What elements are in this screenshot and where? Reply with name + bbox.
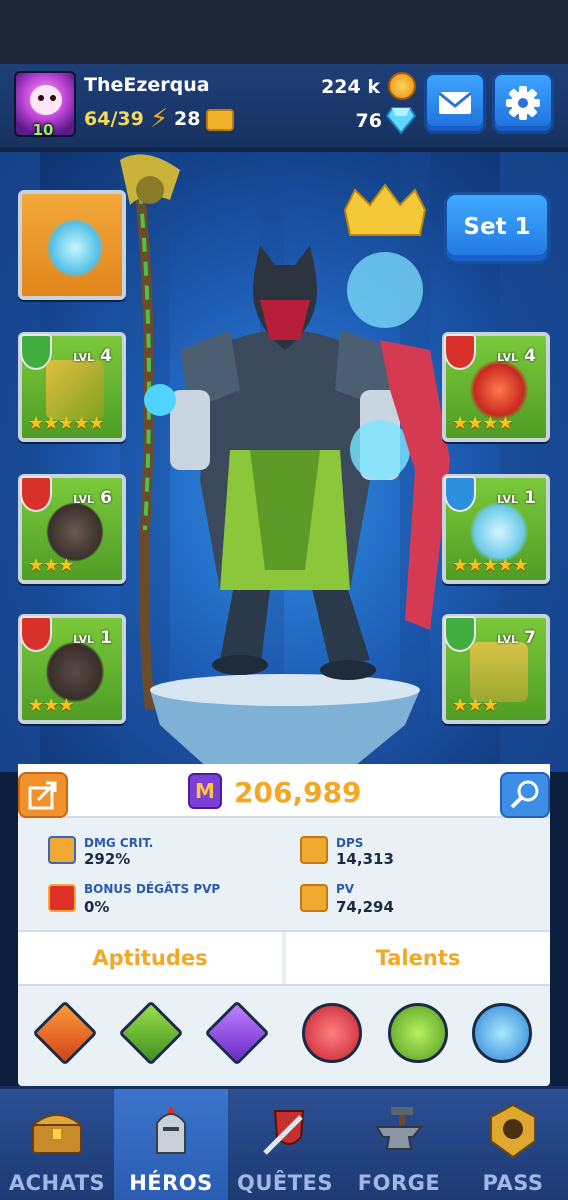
tab-aptitudes[interactable]: Aptitudes [18,932,282,984]
power-header: M 206,989 [18,764,550,818]
slot-level: LVL 1 [497,488,536,508]
status-bar [0,0,568,64]
rage-talent-icon[interactable] [302,1003,362,1063]
dps-label: DPS [336,836,364,850]
mail-button[interactable] [424,72,486,134]
slot-accessory[interactable] [18,190,126,300]
crit-label: DMG CRIT. [84,836,154,850]
crystal-aptitude-icon[interactable] [204,1000,270,1066]
share-icon [28,781,57,810]
game-screen: { "header": { "username": "TheEzerqua", … [0,0,568,1200]
magnifier-icon [510,780,539,809]
pv-value: 74,294 [336,898,394,916]
nav-achats[interactable]: ACHATS [0,1089,114,1200]
nav-label: ACHATS [8,1171,106,1195]
slot-stars: ★★★★★ [452,555,529,576]
slot-head[interactable]: LVL 6 ★★★ [18,474,126,584]
slot-level: LVL 4 [497,346,536,366]
pvp-value: 0% [84,898,110,916]
bottom-nav: ACHATS HÉROS QUÊTES FORGE PASS [0,1086,568,1200]
power-value: 206,989 [234,776,362,809]
slot-armor[interactable]: LVL 1 ★★★ [18,614,126,724]
slot-gloves[interactable]: LVL 1 ★★★★★ [442,474,550,584]
dps-icon [300,836,328,864]
energy-bolt-icon: ⚡ [150,104,169,134]
slot-boots[interactable]: LVL 7 ★★★ [442,614,550,724]
crit-value: 292% [84,850,131,868]
skull-badge-icon [490,1103,536,1159]
gem-counter: 76 [355,110,382,132]
player-level: 10 [32,121,54,139]
settings-button[interactable] [492,72,554,134]
coin-icon[interactable] [388,72,416,100]
crit-icon [48,836,76,864]
sword-shield-icon [263,1110,305,1155]
slot-level: LVL 6 [73,488,112,508]
slot-level: LVL 4 [73,346,112,366]
slot-level: LVL 7 [497,628,536,648]
slot-stars: ★★★ [452,695,498,716]
slot-stars: ★★★★ [452,413,514,434]
power-icon: M [188,773,222,809]
knight-helmet-icon [156,1105,186,1154]
dps-value: 14,313 [336,850,394,868]
skull-aptitude-icon[interactable] [118,1000,184,1066]
magnet-talent-icon[interactable] [388,1003,448,1063]
pvp-label: BONUS DÉGÂTS PVP [84,882,221,896]
slot-stars: ★★★★★ [28,413,105,434]
fire-aptitude-icon[interactable] [32,1000,98,1066]
mail-icon [438,91,472,114]
share-button[interactable] [18,772,68,818]
anvil-icon [375,1107,424,1150]
nav-heros[interactable]: HÉROS [114,1089,228,1200]
nav-forge[interactable]: FORGE [342,1089,456,1200]
nav-label: PASS [482,1171,544,1195]
tab-row: Aptitudes Talents [18,930,550,984]
pv-label: PV [336,882,355,896]
slot-weapon[interactable]: LVL 4 ★★★★★ [18,332,126,442]
energy-counter: 64/39 [84,108,144,130]
slot-offhand[interactable]: LVL 4 ★★★★ [442,332,550,442]
hourglass-talent-icon[interactable] [472,1003,532,1063]
inspect-button[interactable] [500,772,550,818]
gear-icon [506,86,540,120]
username: TheEzerqua [84,74,210,96]
slot-stars: ★★★ [28,695,74,716]
crown-icon [206,109,234,131]
nav-pass[interactable]: PASS [456,1089,568,1200]
coin-counter: 224 k [321,76,380,98]
nav-label: FORGE [357,1171,441,1195]
tab-talents[interactable]: Talents [286,932,550,984]
stats-panel: M 206,989 DMG CRIT. 292% DPS 14,313 BONU… [18,764,550,1086]
slot-level: LVL 1 [73,628,112,648]
heart-icon [300,884,328,912]
chest-icon [30,1114,84,1154]
crown-counter: 28 [174,108,201,130]
abilities-row [18,984,550,1084]
nav-label: QUÊTES [236,1171,334,1195]
set-button[interactable]: Set 1 [444,192,550,264]
gem-icon[interactable] [386,106,416,134]
hero-character[interactable] [100,150,470,770]
nav-quetes[interactable]: QUÊTES [228,1089,342,1200]
slot-stars: ★★★ [28,555,74,576]
nav-label: HÉROS [129,1171,213,1195]
pvp-icon [48,884,76,912]
